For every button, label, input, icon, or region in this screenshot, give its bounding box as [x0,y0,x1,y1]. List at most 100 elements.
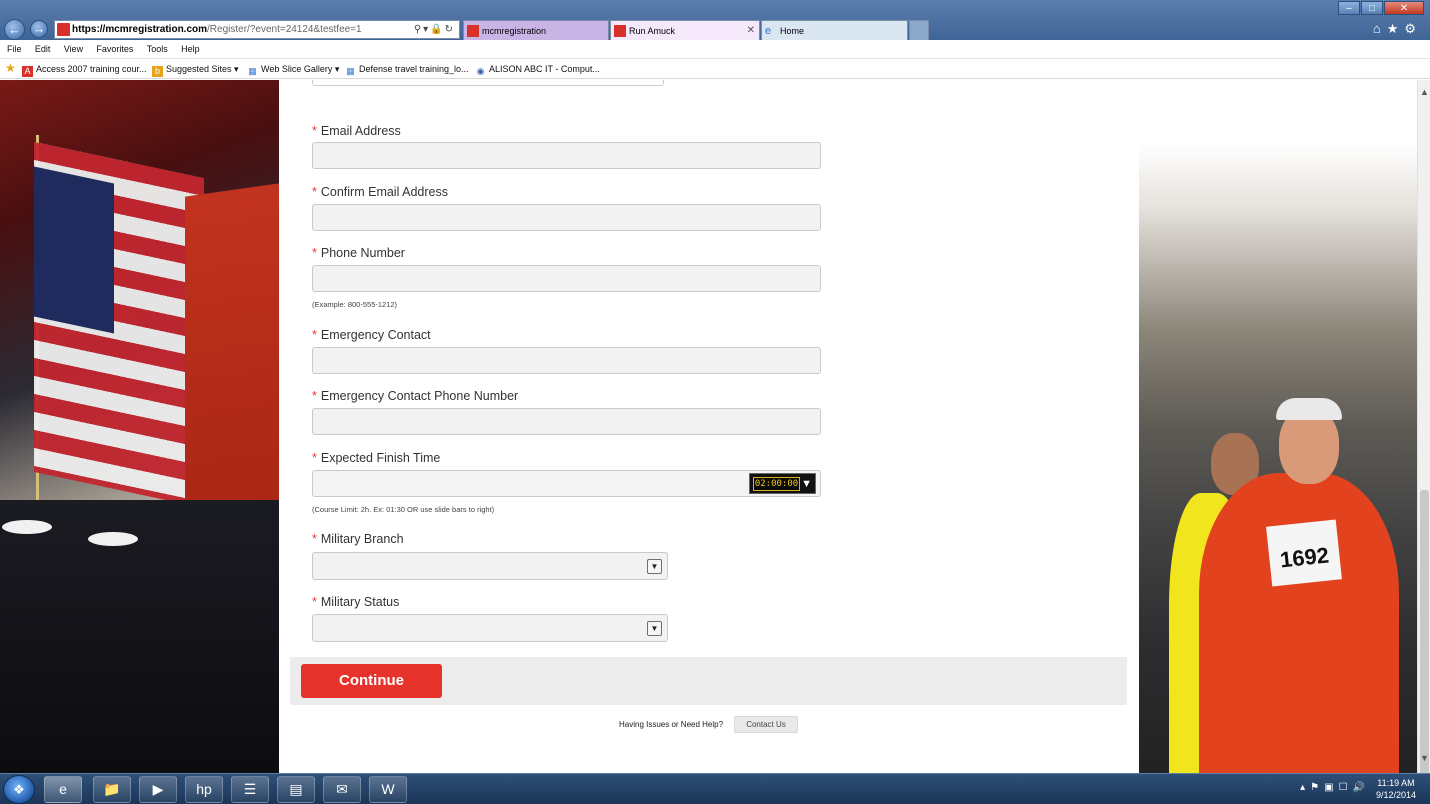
window-controls: – □ ✕ [1337,0,1424,16]
back-button[interactable]: ← [4,19,25,40]
hp-icon[interactable]: hp [185,776,223,803]
email-label: * Email Address [312,124,401,138]
page-viewport: * Email Address * Confirm Email Address * P… [0,80,1417,773]
page-icon: ▦ [248,66,257,76]
phone-label: * Phone Number [312,246,405,260]
browser-tool-icons: ⌂★⚙ [1373,21,1422,37]
menu-view[interactable]: View [64,40,83,58]
favorite-access-training[interactable]: A Access 2007 training cour... [22,62,147,77]
guard-cap [88,532,138,546]
clock-time: 11:19 AM [1377,778,1415,788]
finish-time-field[interactable]: 02:00:00 ▼ [312,470,821,497]
outlook-icon[interactable]: ✉ [323,776,361,803]
taskbar-clock[interactable]: 11:19 AM 9/12/2014 [1376,777,1416,801]
menu-help[interactable]: Help [181,40,200,58]
scrollbar-thumb[interactable] [1420,490,1429,790]
browser-titlebar: ← → https://mcmregistration.com/Register… [0,0,1430,40]
word-icon[interactable]: W [369,776,407,803]
favorites-bar: ★ A Access 2007 training cour... b Suggest… [0,59,1430,79]
chevron-down-icon[interactable]: ▼ [647,621,662,636]
start-button[interactable]: ❖ [3,775,35,804]
confirm-email-field[interactable] [312,204,821,231]
finish-time-hint: (Course Limit: 2h. Ex: 01:30 OR use slid… [312,505,495,514]
emergency-contact-label: * Emergency Contact [312,328,431,342]
tab-label: mcmregistration [482,26,547,36]
required-marker: * [312,124,317,138]
guard-cap [2,520,52,534]
military-branch-select[interactable]: ▼ [312,552,668,580]
contact-us-button[interactable]: Contact Us [734,716,798,733]
explorer-folder-icon[interactable]: 📁 [93,776,131,803]
continue-button[interactable]: Continue [301,664,442,698]
system-tray-icons[interactable]: ▴⚑▣☐🔊 [1300,782,1370,793]
menu-file[interactable]: File [7,40,22,58]
tab-label: Home [780,26,805,36]
menu-bar: File Edit View Favorites Tools Help [0,40,1430,59]
timer-digits: 02:00:00 [753,477,800,491]
favorites-star-icon[interactable]: ★ [5,61,16,75]
required-marker: * [312,328,317,342]
us-flag-canton [34,166,114,334]
military-status-select[interactable]: ▼ [312,614,668,642]
page-scrollbar[interactable]: ▲ ▼ [1417,80,1430,790]
favorite-suggested-sites[interactable]: b Suggested Sites ▾ [152,62,239,77]
confirm-email-label: * Confirm Email Address [312,185,448,199]
registration-form: * Email Address * Confirm Email Address * P… [279,80,1139,773]
address-tools-icons[interactable]: ⚲▾🔒↻ [414,21,455,38]
new-tab-button[interactable] [909,20,929,40]
runners-photo: 1692 [1139,143,1417,773]
windows-taskbar: ❖ e 📁 ▶ hp ☰ ▤ ✉ W ▴⚑▣☐🔊 11:19 AM 9/12/2… [0,773,1430,804]
tab-favicon-icon [614,25,626,37]
required-marker: * [312,451,317,465]
page-icon: ▦ [346,66,355,76]
menu-favorites[interactable]: Favorites [96,40,133,58]
chevron-down-icon[interactable]: ▼ [647,559,662,574]
emergency-contact-field[interactable] [312,347,821,374]
emergency-phone-field[interactable] [312,408,821,435]
required-marker: * [312,185,317,199]
gear-icon[interactable]: ⚙ [1404,21,1422,36]
notes-icon[interactable]: ☰ [231,776,269,803]
form-action-bar: Continue [290,657,1127,705]
favorite-alison[interactable]: ◉ ALISON ABC IT - Comput... [475,62,600,77]
required-marker: * [312,389,317,403]
ie-icon: e [765,25,772,37]
color-guard [0,500,279,773]
previous-field-edge[interactable] [312,80,664,86]
finish-time-picker[interactable]: 02:00:00 ▼ [749,473,816,494]
military-branch-label: * Military Branch [312,532,404,546]
close-window-icon[interactable]: ✕ [1384,1,1424,15]
race-bib: 1692 [1266,519,1342,587]
tab-home[interactable]: e Home [761,20,908,40]
tab-run-amuck[interactable]: Run Amuck ✕ [610,20,760,40]
office-icon: A [22,66,33,77]
scroll-up-icon[interactable]: ▲ [1419,86,1430,99]
favorite-web-slice-gallery[interactable]: ▦ Web Slice Gallery ▾ [247,62,339,77]
emergency-phone-label: * Emergency Contact Phone Number [312,389,519,403]
email-field[interactable] [312,142,821,169]
menu-edit[interactable]: Edit [35,40,51,58]
favorite-defense-travel[interactable]: ▦ Defense travel training_lo... [345,62,468,77]
menu-tools[interactable]: Tools [147,40,168,58]
finish-time-label: * Expected Finish Time [312,451,441,465]
window-app-icon[interactable]: ▤ [277,776,315,803]
minimize-icon[interactable]: – [1338,1,1360,15]
site-favicon-icon [57,23,70,36]
phone-hint: (Example: 800-555-1212) [312,300,398,309]
url-domain: https://mcmregistration.com [72,24,208,35]
tab-favicon-icon [467,25,479,37]
ie-taskbar-icon[interactable]: e [44,776,82,803]
favorites-star-icon[interactable]: ★ [1387,21,1405,36]
media-player-icon[interactable]: ▶ [139,776,177,803]
globe-icon: ◉ [476,66,485,76]
tab-mcmregistration[interactable]: mcmregistration [463,20,609,40]
forward-button[interactable]: → [30,20,48,38]
restore-icon[interactable]: □ [1361,1,1383,15]
scroll-down-icon[interactable]: ▼ [1419,752,1430,765]
home-icon[interactable]: ⌂ [1373,21,1387,36]
close-tab-icon[interactable]: ✕ [747,21,755,40]
dropdown-arrow-icon[interactable]: ▼ [801,477,812,491]
phone-field[interactable] [312,265,821,292]
address-bar[interactable]: https://mcmregistration.com/Register/?ev… [54,20,460,39]
clock-date: 9/12/2014 [1375,790,1416,800]
